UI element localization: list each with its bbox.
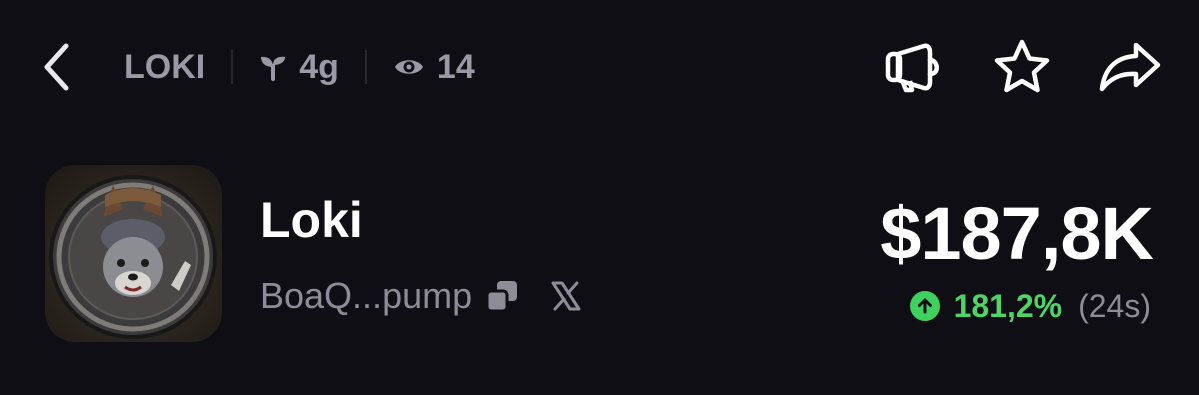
sprout-icon: [261, 56, 286, 81]
viewers-value: 14: [436, 47, 475, 86]
contract-address: BoaQ...pump: [260, 275, 473, 316]
token-avatar: [45, 165, 222, 342]
star-icon: [994, 39, 1050, 93]
token-detail-screen: LOKI 4g 14 Loki BoaQ...pump $187,8K 181,…: [0, 0, 1199, 395]
megaphone-icon: [885, 43, 939, 93]
token-name: Loki: [260, 192, 363, 248]
favorite-button[interactable]: [989, 36, 1055, 98]
address-row: BoaQ...pump: [260, 272, 586, 320]
viewers-chip: 14: [393, 48, 475, 87]
back-button[interactable]: [34, 40, 78, 94]
age-chip: 4g: [259, 48, 339, 87]
price-change-row: 181,2% (24s): [909, 282, 1151, 330]
chevron-left-icon: [44, 43, 69, 91]
top-actions: [881, 36, 1163, 98]
share-arrow-icon: [1099, 42, 1161, 92]
loki-coin-icon: [49, 175, 217, 339]
price-change-percent: 181,2%: [953, 287, 1063, 324]
eye-icon: [394, 60, 423, 74]
announce-button[interactable]: [881, 36, 947, 98]
divider: [364, 50, 367, 84]
share-button[interactable]: [1097, 36, 1163, 98]
token-meta-bar: LOKI 4g 14: [124, 44, 475, 90]
copy-address-button[interactable]: [482, 276, 522, 316]
x-social-link[interactable]: [546, 276, 586, 316]
age-value: 4g: [299, 47, 339, 86]
arrow-up-circle-icon: [909, 291, 940, 321]
market-cap-price: $187,8K: [880, 192, 1154, 275]
x-logo-icon: [551, 281, 581, 311]
divider: [231, 50, 234, 84]
copy-icon: [485, 281, 518, 313]
price-change-period: (24s): [1078, 287, 1151, 324]
ticker-label: LOKI: [124, 47, 206, 86]
